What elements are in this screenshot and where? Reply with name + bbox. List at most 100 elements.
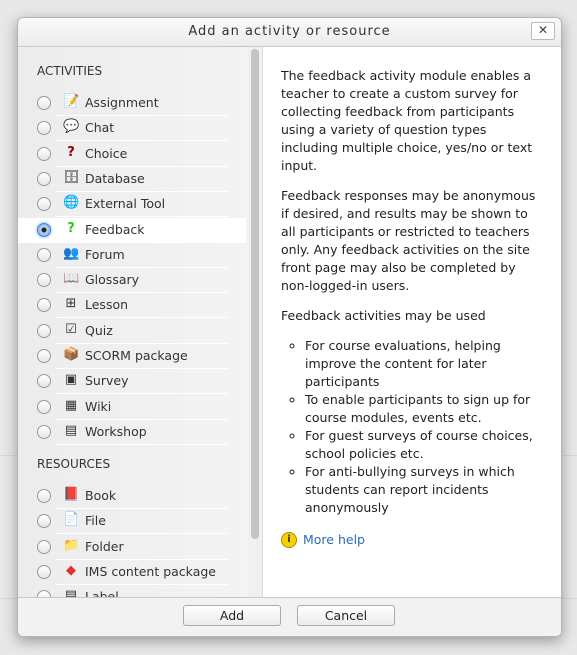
module-label: File [85,513,106,529]
module-label: Feedback [85,221,145,237]
folder-icon: 📁 [63,537,80,553]
scrollbar[interactable] [248,47,262,597]
book-icon: 📕 [63,487,80,502]
module-label: IMS content package [85,563,216,579]
module-option-book[interactable]: 📕 Book [18,484,246,509]
list-item: For course evaluations, helping improve … [305,337,546,391]
module-label: Wiki [85,398,112,414]
radio-button[interactable] [37,247,51,262]
dialog-title: Add an activity or resource [18,18,561,47]
module-label: External Tool [85,196,166,212]
module-label: Label [85,589,119,597]
radio-button[interactable] [37,171,51,186]
module-label: Workshop [85,423,147,439]
list-item: To enable participants to sign up for co… [305,391,546,427]
radio-button[interactable] [37,323,51,338]
description-paragraph: Feedback activities may be used [281,308,486,323]
radio-button[interactable] [37,539,51,554]
radio-button[interactable] [37,121,51,136]
module-label: Chat [85,120,115,136]
wiki-icon: ▦ [64,397,78,413]
label-icon: ▤ [64,588,78,597]
add-button[interactable]: Add [183,605,281,626]
workshop-icon: ▤ [64,422,78,438]
radio-button[interactable] [37,197,51,212]
module-option-file[interactable]: 📄 File [18,509,246,535]
radio-button[interactable] [37,222,51,237]
lesson-icon: ⊞ [65,296,77,312]
module-label: Folder [85,538,124,554]
module-label: Survey [85,373,129,389]
section-header: RESOURCES [37,457,111,471]
external-tool-icon: 🌐 [63,195,80,211]
assignment-icon: 📝 [63,94,80,109]
module-label: Book [85,488,117,503]
more-help-label[interactable]: More help [303,531,365,549]
module-label: Quiz [85,322,113,338]
scrollbar-thumb[interactable] [251,49,259,539]
radio-button[interactable] [37,96,51,110]
module-label: SCORM package [85,348,188,363]
radio-button[interactable] [37,590,51,597]
list-item: For guest surveys of course choices, sch… [305,427,546,463]
uses-list: For course evaluations, helping improve … [281,337,546,517]
choice-icon: ? [67,144,75,160]
description-paragraph: Feedback responses may be anonymous if d… [281,188,536,293]
module-label: Glossary [85,272,140,288]
module-label: Choice [85,145,128,161]
description-paragraph: The feedback activity module enables a t… [281,68,533,173]
ims-icon: ◆ [66,562,76,578]
radio-button[interactable] [37,374,51,389]
module-option-survey[interactable]: ▣ Survey [18,369,246,395]
survey-icon: ▣ [64,372,78,388]
module-option-external-tool[interactable]: 🌐 External Tool [18,192,246,218]
quiz-icon: ☑ [65,321,77,337]
module-label: Database [85,170,145,186]
cancel-button[interactable]: Cancel [297,605,395,626]
module-option-wiki[interactable]: ▦ Wiki [18,395,246,420]
glossary-icon: 📖 [63,271,80,287]
module-option-database[interactable]: 🗄 Database [18,167,246,192]
radio-button[interactable] [37,564,51,579]
radio-button[interactable] [37,514,51,529]
radio-button[interactable] [37,349,51,363]
module-option-quiz[interactable]: ☑ Quiz [18,319,246,344]
module-option-assignment[interactable]: 📝 Assignment [18,91,246,116]
info-icon: i [281,532,297,548]
scorm-icon: 📦 [63,347,80,362]
list-item: For anti-bullying surveys in which stude… [305,463,546,517]
module-option-folder[interactable]: 📁 Folder [18,535,246,560]
module-label: Lesson [85,297,129,313]
file-icon: 📄 [63,512,80,528]
module-option-forum[interactable]: 👥 Forum [18,243,246,268]
dialog-footer: Add Cancel [18,597,561,636]
radio-button[interactable] [37,399,51,414]
module-option-lesson[interactable]: ⊞ Lesson [18,293,246,319]
module-option-ims-content-package[interactable]: ◆ IMS content package [18,560,246,585]
more-help-link[interactable]: i More help [281,531,546,549]
section-header: ACTIVITIES [37,64,103,78]
close-button[interactable]: ✕ [531,22,555,40]
row-divider [56,443,228,445]
description-panel: The feedback activity module enables a t… [262,47,561,597]
feedback-icon: ? [67,220,75,236]
module-option-scorm-package[interactable]: 📦 SCORM package [18,344,246,369]
add-activity-dialog: Add an activity or resource ✕ ACTIVITIES… [17,17,562,637]
radio-button[interactable] [37,298,51,313]
radio-button[interactable] [37,489,51,503]
module-label: Forum [85,246,125,262]
radio-button[interactable] [37,273,51,288]
forum-icon: 👥 [63,245,80,261]
chat-icon: 💬 [63,119,80,135]
module-option-label[interactable]: ▤ Label [18,585,246,597]
module-option-glossary[interactable]: 📖 Glossary [18,268,246,294]
module-option-feedback[interactable]: ? Feedback [18,217,246,243]
radio-button[interactable] [37,424,51,439]
module-option-workshop[interactable]: ▤ Workshop [18,420,246,445]
module-option-chat[interactable]: 💬 Chat [18,116,246,142]
module-option-choice[interactable]: ? Choice [18,142,246,167]
database-icon: 🗄 [63,169,80,185]
radio-button[interactable] [37,146,51,161]
module-label: Assignment [85,95,159,110]
module-list: ACTIVITIES 📝 Assignment 💬 Chat? Choice 🗄 Databa… [18,47,262,597]
